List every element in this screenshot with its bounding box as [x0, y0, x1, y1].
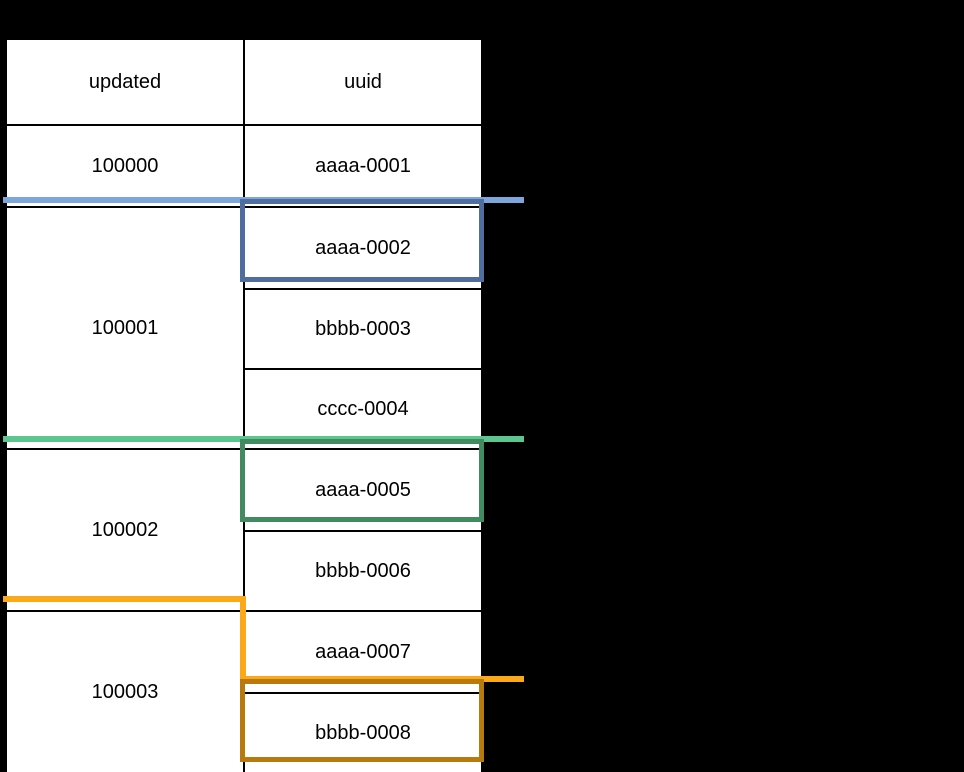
cell-uuid: bbbb-0006 — [245, 530, 481, 610]
cell-updated: 100001 — [91, 316, 159, 339]
table-row: 100003 aaaa-0007 bbbb-0008 — [7, 610, 481, 772]
table-header-row: updated uuid — [7, 40, 481, 124]
cell-uuid-group: aaaa-0007 bbbb-0008 — [243, 612, 481, 772]
column-header-updated: updated — [88, 70, 162, 93]
column-header-uuid: uuid — [344, 70, 382, 93]
cell-updated: 100000 — [91, 154, 159, 177]
table-row: 100000 aaaa-0001 — [7, 124, 481, 206]
table-row: 100001 aaaa-0002 bbbb-0003 cccc-0004 — [7, 206, 481, 448]
cell-uuid: aaaa-0007 — [315, 640, 411, 663]
cell-uuid: aaaa-0002 — [315, 236, 411, 259]
cell-uuid-group: aaaa-0005 bbbb-0006 — [243, 450, 481, 610]
cell-updated: 100003 — [91, 680, 159, 703]
cell-uuid: bbbb-0003 — [245, 288, 481, 368]
cell-updated: 100002 — [91, 518, 159, 541]
cell-uuid-group: aaaa-0002 bbbb-0003 cccc-0004 — [243, 208, 481, 448]
grouping-diagram: updated uuid 100000 aaaa-0001 100001 aaa… — [0, 0, 964, 772]
cell-uuid: aaaa-0005 — [315, 478, 411, 501]
records-table: updated uuid 100000 aaaa-0001 100001 aaa… — [5, 38, 483, 772]
table-row: 100002 aaaa-0005 bbbb-0006 — [7, 448, 481, 610]
cell-uuid: bbbb-0008 — [245, 692, 481, 772]
cell-uuid-group: aaaa-0001 — [243, 126, 481, 206]
column-header-uuid-wrap: uuid — [243, 40, 481, 124]
cell-uuid: cccc-0004 — [245, 368, 481, 448]
cell-uuid: aaaa-0001 — [315, 154, 411, 177]
